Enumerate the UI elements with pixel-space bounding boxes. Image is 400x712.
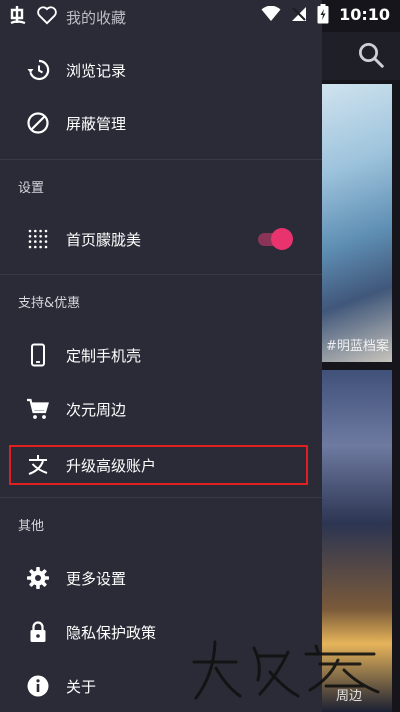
section-header-support: 支持&优惠 [18, 296, 81, 311]
menu-item-label: 隐私保护政策 [66, 623, 157, 642]
heart-outline-icon[interactable] [36, 5, 58, 25]
menu-item-block-manage[interactable]: 屏蔽管理 [0, 97, 322, 149]
home-blur-toggle[interactable] [256, 227, 294, 251]
cart-icon [25, 396, 51, 422]
lock-icon [25, 619, 51, 645]
wallpaper-card[interactable]: #明蓝档案 [322, 84, 392, 362]
info-icon [25, 673, 51, 699]
divider [0, 274, 322, 275]
menu-item-label: 关于 [66, 677, 97, 696]
divider [0, 497, 322, 498]
signal-off-icon [292, 7, 307, 21]
block-icon [25, 110, 51, 136]
menu-item-label: 浏览记录 [66, 61, 127, 80]
battery-charging-icon [317, 4, 329, 24]
watermark-logo [192, 640, 380, 700]
drawer-header-title: 我的收藏 [66, 9, 127, 27]
navigation-drawer: 浏览记录 屏蔽管理 设置 首页朦胧美 支持&优惠 定制手机壳 次元周边 升级高级… [0, 0, 322, 712]
menu-item-label: 屏蔽管理 [66, 114, 127, 133]
section-header-settings: 设置 [18, 181, 45, 196]
search-icon[interactable] [356, 40, 386, 70]
phone-icon [25, 342, 51, 368]
toggle-thumb [271, 228, 293, 250]
status-time: 10:10 [339, 4, 390, 24]
divider [0, 159, 322, 160]
menu-item-label: 定制手机壳 [66, 346, 142, 365]
section-header-other: 其他 [18, 519, 45, 534]
wallpaper-tag: #明蓝档案 [326, 339, 389, 354]
menu-item-merch[interactable]: 次元周边 [0, 383, 322, 435]
menu-item-more-settings[interactable]: 更多设置 [0, 552, 322, 604]
dots-grid-icon [25, 226, 51, 252]
menu-item-custom-phone-case[interactable]: 定制手机壳 [0, 329, 322, 381]
menu-item-home-blur[interactable]: 首页朦胧美 [0, 213, 322, 265]
history-icon [25, 57, 51, 83]
gear-icon [25, 565, 51, 591]
menu-item-label: 次元周边 [66, 400, 127, 419]
wifi-icon [261, 6, 281, 21]
menu-item-label: 首页朦胧美 [66, 230, 142, 249]
bug-logo-icon [10, 6, 26, 25]
status-bar: 我的收藏 10:10 [0, 0, 400, 32]
menu-item-history[interactable]: 浏览记录 [0, 44, 322, 96]
menu-item-label: 更多设置 [66, 569, 127, 588]
highlight-annotation-box [9, 445, 308, 485]
